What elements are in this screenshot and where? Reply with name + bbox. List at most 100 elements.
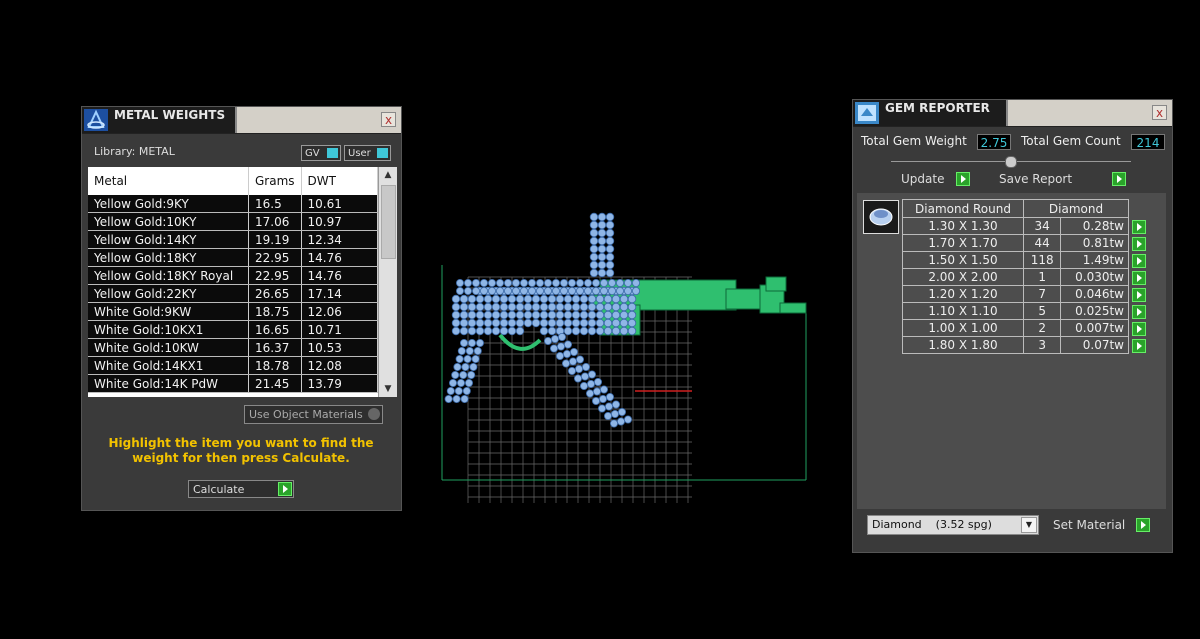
total-gem-count-field: 214 [1131, 134, 1165, 150]
gv-toggle[interactable]: GV [301, 145, 341, 161]
metal-name-cell: Yellow Gold:14KY [88, 230, 249, 249]
metal-name-cell: White Gold:14K PdW [88, 374, 249, 393]
grams-cell: 18.78 [248, 356, 302, 375]
material-select[interactable]: Diamond (3.52 spg) ▼ [867, 515, 1039, 535]
gem-weight-cell: 0.007tw [1060, 319, 1129, 337]
column-header-grams[interactable]: Grams [248, 167, 302, 195]
grams-cell: 22.95 [248, 248, 302, 267]
gem-size-cell: 1.20 X 1.20 [902, 285, 1024, 303]
gem-reporter-titlebar[interactable]: GEM REPORTER x [853, 100, 1172, 127]
gem-reporter-logo-icon [855, 102, 879, 124]
table-row[interactable]: Yellow Gold:18KY Royal 22.95 14.76 [88, 266, 378, 285]
scroll-thumb[interactable] [381, 185, 396, 259]
table-row[interactable]: Yellow Gold:14KY 19.19 12.34 [88, 230, 378, 249]
gem-row-play-icon[interactable] [1132, 287, 1146, 302]
save-report-play-icon [1112, 172, 1126, 186]
gem-reporter-close-button[interactable]: x [1152, 105, 1167, 120]
table-row[interactable]: Yellow Gold:10KY 17.06 10.97 [88, 212, 378, 231]
set-material-label: Set Material [1053, 518, 1126, 532]
dwt-cell: 14.76 [301, 248, 378, 267]
gem-list-area: Diamond Round Diamond 1.30 X 1.30 34 0.28t… [857, 193, 1166, 509]
metal-name-cell: Yellow Gold:18KY Royal [88, 266, 249, 285]
gem-row-play-icon[interactable] [1132, 236, 1146, 251]
gem-row[interactable]: 1.00 X 1.00 2 0.007tw [902, 319, 1148, 337]
gem-size-cell: 1.80 X 1.80 [902, 336, 1024, 354]
gem-row-play-icon[interactable] [1132, 321, 1146, 336]
update-label: Update [901, 172, 945, 186]
gem-row[interactable]: 1.80 X 1.80 3 0.07tw [902, 336, 1148, 354]
set-material-button[interactable]: Set Material [1049, 517, 1151, 535]
use-object-materials-button[interactable]: Use Object Materials [244, 405, 383, 424]
gem-row-play-icon[interactable] [1132, 338, 1147, 353]
gem-row[interactable]: 1.70 X 1.70 44 0.81tw [902, 234, 1148, 252]
model-viewport[interactable] [430, 205, 820, 515]
grams-cell: 22.95 [248, 266, 302, 285]
gem-size-cell: 1.10 X 1.10 [902, 302, 1024, 320]
metal-table-header: Metal Grams DWT [88, 167, 378, 195]
user-toggle[interactable]: User [344, 145, 391, 161]
dwt-cell: 14.76 [301, 266, 378, 285]
gem-slider-handle[interactable] [1005, 156, 1017, 168]
scroll-down-icon[interactable]: ▼ [379, 381, 397, 397]
metal-weights-panel: METAL WEIGHTS x Library: METAL GV User M… [81, 106, 402, 511]
metal-weights-close-button[interactable]: x [381, 112, 396, 127]
gem-row[interactable]: 1.30 X 1.30 34 0.28tw [902, 217, 1148, 235]
metal-table-scrollbar[interactable]: ▲ ▼ [378, 167, 397, 397]
gem-reporter-title: GEM REPORTER [885, 101, 990, 115]
gem-row-play-icon[interactable] [1132, 304, 1146, 319]
table-row[interactable]: White Gold:14K PdW 21.45 13.79 [88, 374, 378, 393]
gem-row-play-icon[interactable] [1132, 219, 1146, 234]
gem-count-cell: 3 [1022, 336, 1062, 354]
scroll-up-icon[interactable]: ▲ [379, 167, 397, 183]
update-button[interactable]: Update [897, 171, 971, 189]
gem-size-cell: 1.70 X 1.70 [902, 234, 1024, 252]
grams-cell: 18.75 [248, 302, 302, 321]
table-row[interactable]: White Gold:10KW 16.37 10.53 [88, 338, 378, 357]
gem-row-play-icon[interactable] [1132, 253, 1146, 268]
gem-row[interactable]: 1.50 X 1.50 118 1.49tw [902, 251, 1148, 269]
gem-pave-layer [444, 212, 640, 428]
table-row[interactable]: White Gold:14KX1 18.78 12.08 [88, 356, 378, 375]
metal-name-cell: Yellow Gold:22KY [88, 284, 249, 303]
table-row[interactable]: Yellow Gold:18KY 22.95 14.76 [88, 248, 378, 267]
gv-toggle-switch [327, 148, 338, 158]
gem-row-play-icon[interactable] [1132, 270, 1146, 285]
gem-weight-cell: 0.030tw [1060, 268, 1129, 286]
gem-row[interactable]: 1.10 X 1.10 5 0.025tw [902, 302, 1148, 320]
metal-table: Metal Grams DWT Yellow Gold:9KY 16.5 10.61… [88, 167, 378, 397]
save-report-button[interactable]: Save Report [995, 171, 1127, 189]
column-header-diamond[interactable]: Diamond [1023, 199, 1129, 218]
column-header-diamond-round[interactable]: Diamond Round [902, 199, 1024, 218]
gem-row[interactable]: 2.00 X 2.00 1 0.030tw [902, 268, 1148, 286]
gem-weight-cell: 0.28tw [1060, 217, 1129, 235]
column-header-dwt[interactable]: DWT [301, 167, 378, 195]
material-select-value: Diamond (3.52 spg) [872, 518, 992, 531]
gem-size-cell: 1.00 X 1.00 [902, 319, 1024, 337]
dropdown-arrow-icon[interactable]: ▼ [1021, 517, 1037, 533]
save-report-label: Save Report [999, 172, 1073, 186]
metal-name-cell: Yellow Gold:10KY [88, 212, 249, 231]
grams-cell: 16.65 [248, 320, 302, 339]
calculate-button[interactable]: Calculate [188, 480, 294, 498]
metal-weights-titlebar[interactable]: METAL WEIGHTS x [82, 107, 401, 134]
dwt-cell: 13.79 [301, 374, 378, 393]
gem-reporter-panel: GEM REPORTER x Total Gem Weight 2.75 Tot… [852, 99, 1173, 553]
gem-count-cell: 7 [1022, 285, 1062, 303]
gem-slider[interactable] [891, 156, 1131, 168]
table-row[interactable]: Yellow Gold:22KY 26.65 17.14 [88, 284, 378, 303]
gem-size-cell: 1.50 X 1.50 [902, 251, 1024, 269]
gem-count-cell: 44 [1022, 234, 1062, 252]
user-toggle-label: User [348, 148, 371, 159]
gv-toggle-label: GV [305, 148, 320, 159]
total-gem-weight-label: Total Gem Weight [861, 134, 967, 148]
set-material-play-icon [1136, 518, 1150, 532]
table-row[interactable]: White Gold:10KX1 16.65 10.71 [88, 320, 378, 339]
grams-cell: 26.65 [248, 284, 302, 303]
gem-row[interactable]: 1.20 X 1.20 7 0.046tw [902, 285, 1148, 303]
dwt-cell: 17.14 [301, 284, 378, 303]
column-header-metal[interactable]: Metal [88, 167, 249, 195]
dwt-cell: 12.06 [301, 302, 378, 321]
table-row[interactable]: Yellow Gold:9KY 16.5 10.61 [88, 195, 378, 213]
gem-preview-icon[interactable] [863, 200, 899, 234]
table-row[interactable]: White Gold:9KW 18.75 12.06 [88, 302, 378, 321]
